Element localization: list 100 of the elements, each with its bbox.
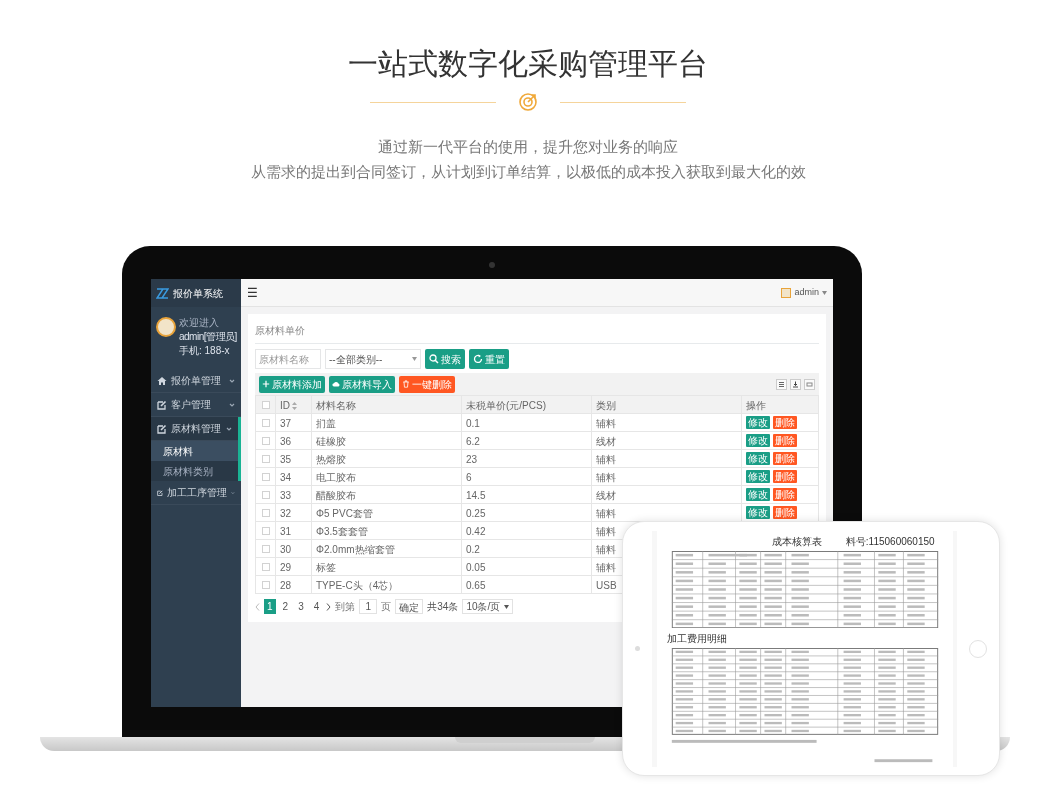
chevron-icon: [226, 425, 232, 432]
caret-icon: [412, 357, 417, 361]
search-form-button[interactable]: 重置: [469, 349, 509, 369]
sidebar-menu-item[interactable]: 报价单管理: [151, 369, 241, 393]
delete-button[interactable]: 删除: [773, 434, 797, 447]
sort-icon[interactable]: [292, 401, 297, 410]
page-button[interactable]: 4: [310, 599, 323, 614]
table-cell: 辅料: [596, 471, 616, 483]
column-header: 操作: [746, 399, 766, 412]
table-cell: 辅料: [596, 525, 616, 537]
search-form-button[interactable]: 搜索: [425, 349, 465, 369]
sidebar-menu-item[interactable]: 加工工序管理: [151, 481, 241, 505]
table-cell: 辅料: [596, 507, 616, 519]
column-header: 类别: [596, 399, 616, 412]
avatar: [156, 317, 176, 337]
cloud-icon: [332, 380, 340, 388]
row-checkbox[interactable]: [261, 580, 270, 589]
table-cell: 6.2: [466, 435, 480, 447]
row-checkbox[interactable]: [261, 436, 270, 445]
export-icon[interactable]: [790, 378, 801, 390]
select-all-checkbox[interactable]: [261, 400, 270, 409]
table-cell: 36: [280, 435, 292, 447]
delete-button[interactable]: 删除: [773, 488, 797, 501]
table-cell: 辅料: [596, 561, 616, 573]
target-icon: [518, 92, 538, 112]
app-logo-text: 报价单系统: [173, 286, 223, 301]
part-number: 料号:115060060150: [845, 534, 935, 549]
table-cell: USB: [596, 579, 617, 591]
table-cell: 33: [280, 489, 292, 501]
edit-button[interactable]: 修改: [746, 452, 770, 465]
section-heading: 加工费用明细: [666, 631, 728, 646]
row-checkbox[interactable]: [261, 508, 270, 517]
row-checkbox[interactable]: [261, 544, 270, 553]
row-checkbox[interactable]: [261, 526, 270, 535]
prev-page-icon[interactable]: [255, 602, 260, 611]
delete-button[interactable]: 删除: [773, 506, 797, 519]
table-cell: 34: [280, 471, 292, 483]
table-cell: 32: [280, 507, 292, 519]
edit-button[interactable]: 修改: [746, 506, 770, 519]
column-header: 未税单价(元/PCS): [466, 399, 546, 412]
table-cell: 0.25: [466, 507, 486, 519]
trash-icon: [402, 380, 410, 388]
page-size-select[interactable]: 10条/页: [462, 599, 514, 614]
edit-button[interactable]: 修改: [746, 434, 770, 447]
table-cell: 电工胶布: [316, 471, 356, 483]
page-button[interactable]: 1: [264, 599, 276, 614]
subtitle-line: 从需求的提出到合同签订，从计划到订单结算，以极低的成本投入获取到最大化的效: [250, 162, 806, 182]
toolbar-button[interactable]: 原材料添加: [259, 375, 325, 393]
table-cell: 0.42: [466, 525, 486, 537]
tablet-camera: [635, 646, 640, 651]
user-menu[interactable]: admin: [794, 285, 819, 300]
row-checkbox[interactable]: [261, 490, 270, 499]
row-checkbox[interactable]: [261, 454, 270, 463]
column-header: ID: [280, 399, 290, 412]
table-cell: Φ2.0mm热缩套管: [316, 543, 395, 555]
table-cell: 辅料: [596, 417, 616, 429]
table-cell: Φ5 PVC套管: [316, 507, 373, 519]
edit-button[interactable]: 修改: [746, 488, 770, 501]
edit-button[interactable]: 修改: [746, 416, 770, 429]
caret-icon: [822, 290, 827, 295]
edit-button[interactable]: 修改: [746, 470, 770, 483]
page-title: 一站式数字化采购管理平台: [348, 46, 708, 82]
page-button[interactable]: 2: [279, 599, 292, 614]
table-cell: 37: [280, 417, 292, 429]
edit-icon: [157, 423, 167, 434]
user-name: admin[管理员]: [179, 331, 237, 343]
sidebar-subitem[interactable]: 原材料: [151, 441, 238, 461]
table-cell: 0.05: [466, 561, 486, 573]
page-unit-label: 页: [381, 600, 392, 614]
table-cell: 热熔胶: [316, 453, 346, 465]
category-select[interactable]: --全部类别--: [325, 349, 421, 369]
page-input[interactable]: 1: [359, 599, 378, 614]
breadcrumb: 原材料单价: [255, 325, 305, 336]
row-checkbox[interactable]: [261, 472, 270, 481]
toolbar-button[interactable]: 一键删除: [399, 375, 455, 393]
refresh-icon: [473, 354, 483, 364]
column-header: 材料名称: [316, 399, 356, 412]
page-button[interactable]: 3: [295, 599, 307, 614]
table-cell: 醋酸胶布: [316, 489, 356, 501]
table-cell: 线材: [596, 489, 616, 501]
toolbar-button[interactable]: 原材料导入: [329, 375, 395, 393]
confirm-button[interactable]: 确定: [395, 599, 424, 614]
sidebar-subitem[interactable]: 原材料类别: [151, 461, 238, 481]
delete-button[interactable]: 删除: [773, 470, 797, 483]
home-icon: [157, 375, 167, 386]
delete-button[interactable]: 删除: [773, 452, 797, 465]
table-cell: 标签: [316, 561, 336, 573]
menu-toggle[interactable]: ☰: [247, 286, 258, 299]
table-cell: 辅料: [596, 453, 616, 465]
user-avatar: [781, 287, 792, 298]
name-search-field[interactable]: 原材料名称: [255, 349, 321, 369]
table-cell: 23: [466, 453, 478, 465]
caret-icon: [504, 604, 510, 609]
subtitle-line: 通过新一代平台的使用，提升您对业务的响应: [378, 137, 678, 157]
columns-icon[interactable]: [776, 378, 787, 390]
delete-button[interactable]: 删除: [773, 416, 797, 429]
row-checkbox[interactable]: [261, 418, 270, 427]
table-cell: Φ3.5套套管: [316, 525, 368, 537]
next-page-icon[interactable]: [326, 602, 332, 611]
row-checkbox[interactable]: [261, 562, 270, 571]
